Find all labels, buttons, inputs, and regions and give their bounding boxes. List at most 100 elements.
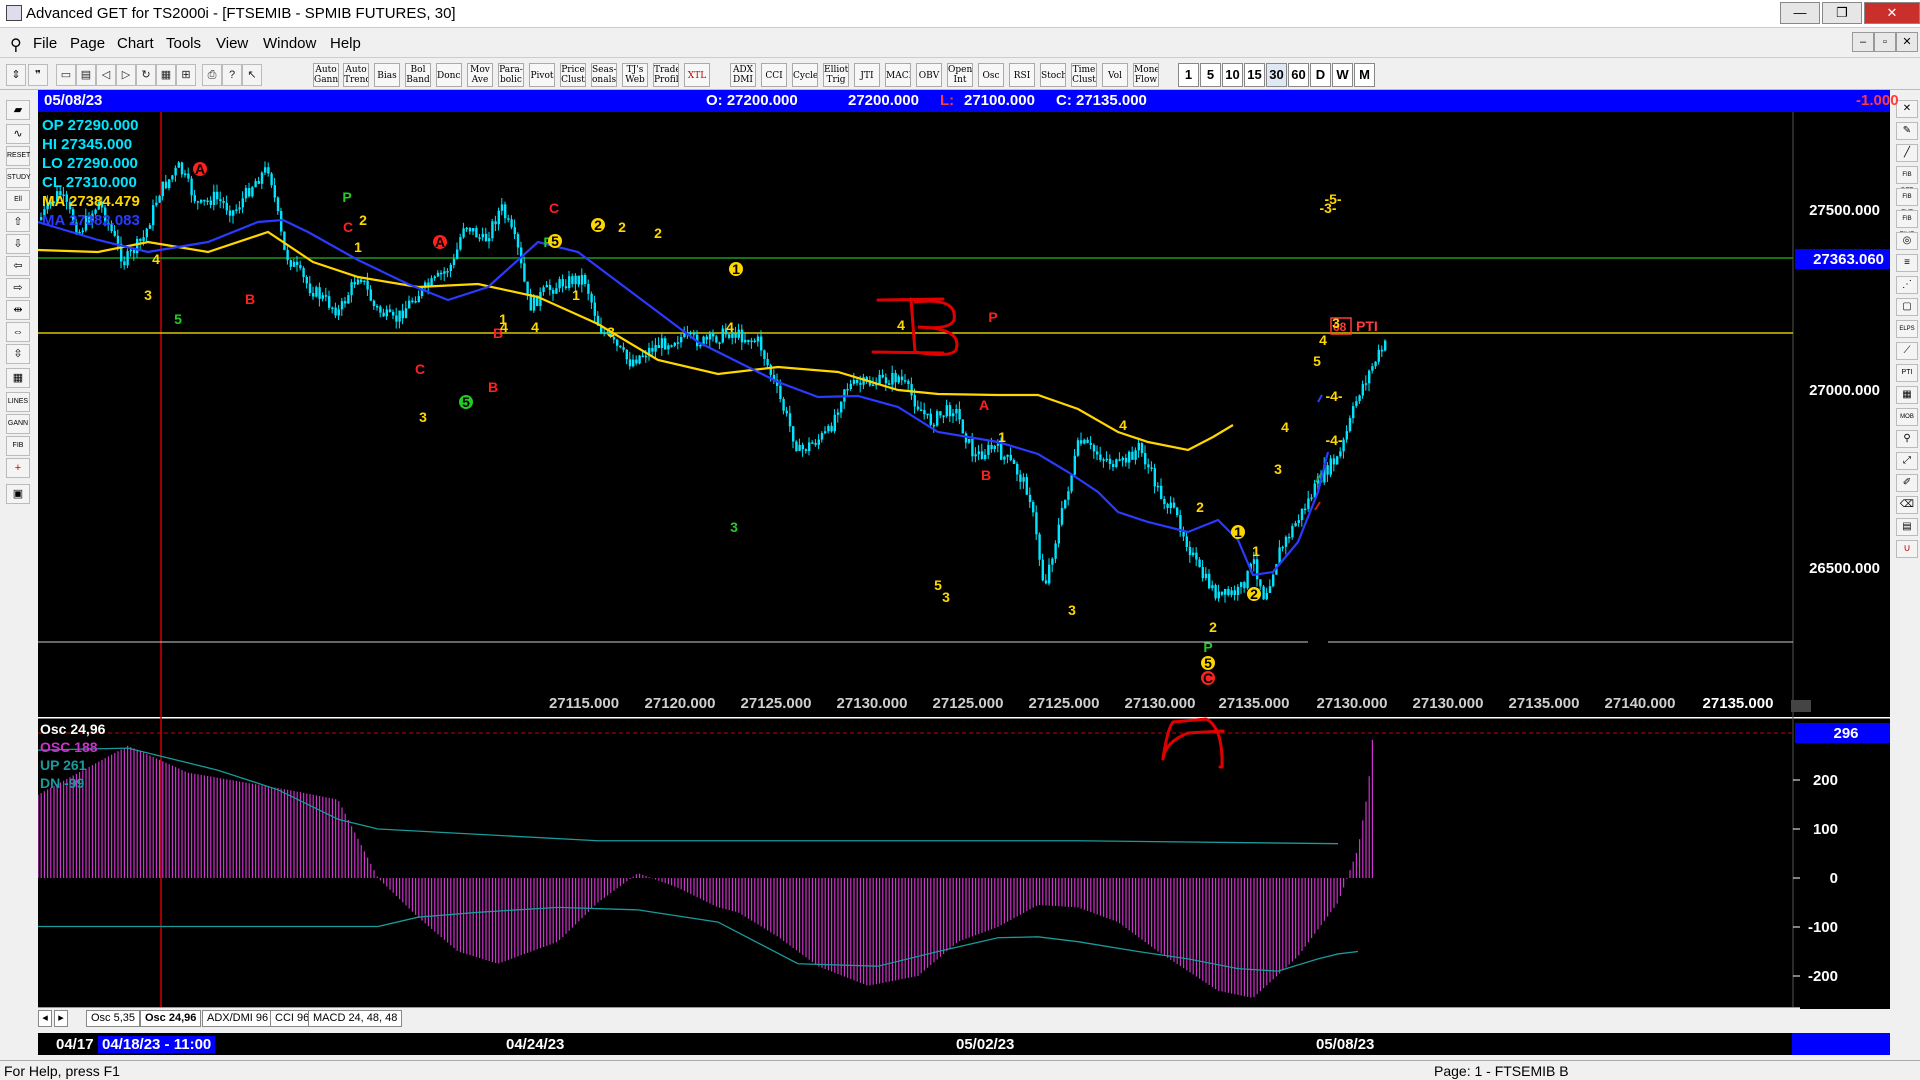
magnet-icon[interactable]: ∪ <box>1896 540 1918 558</box>
help-icon[interactable]: ? <box>222 64 242 86</box>
grid-tool-icon[interactable]: ▦ <box>1896 386 1918 404</box>
print-icon[interactable]: ⎙ <box>202 64 222 86</box>
tool-mov-ave[interactable]: Mov Ave <box>467 63 493 87</box>
tool-tjs-web[interactable]: TJ's Web <box>622 63 648 87</box>
tool-auto-gann[interactable]: Auto Gann <box>313 63 339 87</box>
notes-icon[interactable]: ▤ <box>1896 518 1918 536</box>
tool-adx-dmi[interactable]: ADX DMI <box>730 63 756 87</box>
tool-open-int[interactable]: Open Int <box>947 63 973 87</box>
fib-ret-icon[interactable]: FIB RET <box>1896 166 1918 194</box>
channel-icon[interactable]: ≡ <box>1896 254 1918 272</box>
left-arrow-icon[interactable]: ⇦ <box>6 256 30 276</box>
tool-bol-band[interactable]: Bol Band <box>405 63 431 87</box>
tab-osc-24-96[interactable]: Osc 24,96 <box>140 1010 202 1027</box>
spiral-icon[interactable]: ◎ <box>1896 232 1918 250</box>
refresh-icon[interactable]: ↻ <box>136 64 156 86</box>
save-icon[interactable]: ▣ <box>6 484 30 504</box>
reset-icon[interactable]: RESET <box>6 146 30 166</box>
eraser-icon[interactable]: ⌫ <box>1896 496 1918 514</box>
marker-icon[interactable]: ✐ <box>1896 474 1918 492</box>
scale-icon[interactable] <box>1791 700 1811 712</box>
tool-donch[interactable]: Donch <box>436 63 462 87</box>
tab-macd[interactable]: MACD 24, 48, 48 <box>308 1010 403 1027</box>
folder-icon[interactable]: ▰ <box>6 100 30 120</box>
study-icon[interactable]: STUDY <box>6 168 31 188</box>
menu-view[interactable]: View <box>216 35 248 52</box>
pencil-icon[interactable]: ✎ <box>1896 122 1918 140</box>
grid-icon[interactable]: ▦ <box>156 64 176 86</box>
minimize-button[interactable]: — <box>1780 2 1820 24</box>
ellipse-icon[interactable]: ELPS <box>1896 320 1918 338</box>
tab-osc-5-35[interactable]: Osc 5,35 <box>86 1010 141 1027</box>
layout-icon[interactable]: ⊞ <box>176 64 196 86</box>
tool-money-flow[interactable]: Money Flow <box>1133 63 1159 87</box>
tool-macd[interactable]: MACD <box>885 63 911 87</box>
oscillator-pane[interactable]: A Osc 24,96 OSC 188 UP 261 DN -99 296 20… <box>37 715 1890 1009</box>
tool-obv[interactable]: OBV <box>916 63 942 87</box>
tool-xtl[interactable]: XTL <box>684 63 710 87</box>
tab-adx-dmi-96[interactable]: ADX/DMI 96 <box>202 1010 274 1027</box>
menu-file[interactable]: File <box>33 35 57 52</box>
table-icon[interactable]: ▦ <box>6 368 30 388</box>
fan-icon[interactable]: ⋰ <box>1896 276 1918 294</box>
box-icon[interactable]: ▢ <box>1896 298 1918 316</box>
zoom-icon[interactable]: ⤢ <box>1896 452 1918 470</box>
timeframe-1[interactable]: 1 <box>1178 63 1199 87</box>
timeframe-monthly[interactable]: M <box>1354 63 1375 87</box>
timeframe-daily[interactable]: D <box>1310 63 1331 87</box>
tool-cci[interactable]: CCI <box>761 63 787 87</box>
tool-time-clust[interactable]: Time Clust <box>1071 63 1097 87</box>
tool-seasonals[interactable]: Seas-onals <box>591 63 617 87</box>
timeframe-5[interactable]: 5 <box>1200 63 1221 87</box>
tool-auto-trend[interactable]: Auto Trend <box>343 63 369 87</box>
lines-icon[interactable]: LINES <box>6 392 30 412</box>
crosshair-icon[interactable]: + <box>6 458 30 478</box>
stretch-icon[interactable]: ⇹ <box>6 300 30 320</box>
price-chart-pane[interactable]: 68 PTI ABCP21435ABC1435CB2431P522143534P… <box>37 112 1890 717</box>
timeframe-15[interactable]: 15 <box>1244 63 1265 87</box>
gann-icon[interactable]: GANN <box>6 414 30 434</box>
tool-vol[interactable]: Vol <box>1102 63 1128 87</box>
arrow-icon[interactable]: ⇕ <box>6 64 26 86</box>
tool-trade-profile[interactable]: Trade Profile <box>653 63 679 87</box>
up-arrow-icon[interactable]: ⇧ <box>6 212 30 232</box>
tool-price-clust[interactable]: Price Clust <box>560 63 586 87</box>
mdi-close-button[interactable]: ✕ <box>1896 32 1918 52</box>
close-chart-icon[interactable]: ✕ <box>1896 100 1918 118</box>
tool-stoch[interactable]: Stoch <box>1040 63 1066 87</box>
quote-icon[interactable]: ❞ <box>28 64 48 86</box>
context-help-icon[interactable]: ↖ <box>242 64 262 86</box>
open-icon[interactable]: ▤ <box>76 64 96 86</box>
mdi-minimize-button[interactable]: – <box>1852 32 1874 52</box>
right-arrow-icon[interactable]: ⇨ <box>6 278 30 298</box>
mob-icon[interactable]: MOB <box>1896 408 1918 426</box>
tool-cycles[interactable]: Cycles <box>792 63 818 87</box>
forward-icon[interactable]: ▷ <box>116 64 136 86</box>
menu-chart[interactable]: Chart <box>117 35 154 52</box>
tool-bias[interactable]: Bias <box>374 63 400 87</box>
elliott-icon[interactable]: Ell <box>6 190 30 210</box>
tab-scroll-left[interactable]: ◂ <box>38 1010 52 1027</box>
tool-rsi[interactable]: RSI <box>1009 63 1035 87</box>
tool-jti[interactable]: JTI <box>854 63 880 87</box>
menu-window[interactable]: Window <box>263 35 316 52</box>
tool-pivot[interactable]: Pivot <box>529 63 555 87</box>
menu-help[interactable]: Help <box>330 35 361 52</box>
fib-ext-icon[interactable]: FIB EXT <box>1896 188 1918 216</box>
timeframe-60[interactable]: 60 <box>1288 63 1309 87</box>
fib-icon[interactable]: FIB <box>6 436 30 456</box>
wave-icon[interactable]: ∿ <box>6 124 30 144</box>
pti-icon[interactable]: PTI <box>1896 364 1918 382</box>
magnify-icon[interactable]: ⚲ <box>1896 430 1918 448</box>
menu-tools[interactable]: Tools <box>166 35 201 52</box>
new-chart-icon[interactable]: ▭ <box>56 64 76 86</box>
fib-time-icon[interactable]: FIB TIME <box>1896 210 1918 238</box>
timeframe-weekly[interactable]: W <box>1332 63 1353 87</box>
trendline-icon[interactable]: ╱ <box>1896 144 1918 162</box>
timeframe-10[interactable]: 10 <box>1222 63 1243 87</box>
down-arrow-icon[interactable]: ⇩ <box>6 234 30 254</box>
mdi-restore-button[interactable]: ▫ <box>1874 32 1896 52</box>
timeframe-30[interactable]: 30 <box>1266 63 1287 87</box>
tool-parabolic[interactable]: Para-bolic <box>498 63 524 87</box>
compress-icon[interactable]: ⇔ <box>6 322 30 342</box>
